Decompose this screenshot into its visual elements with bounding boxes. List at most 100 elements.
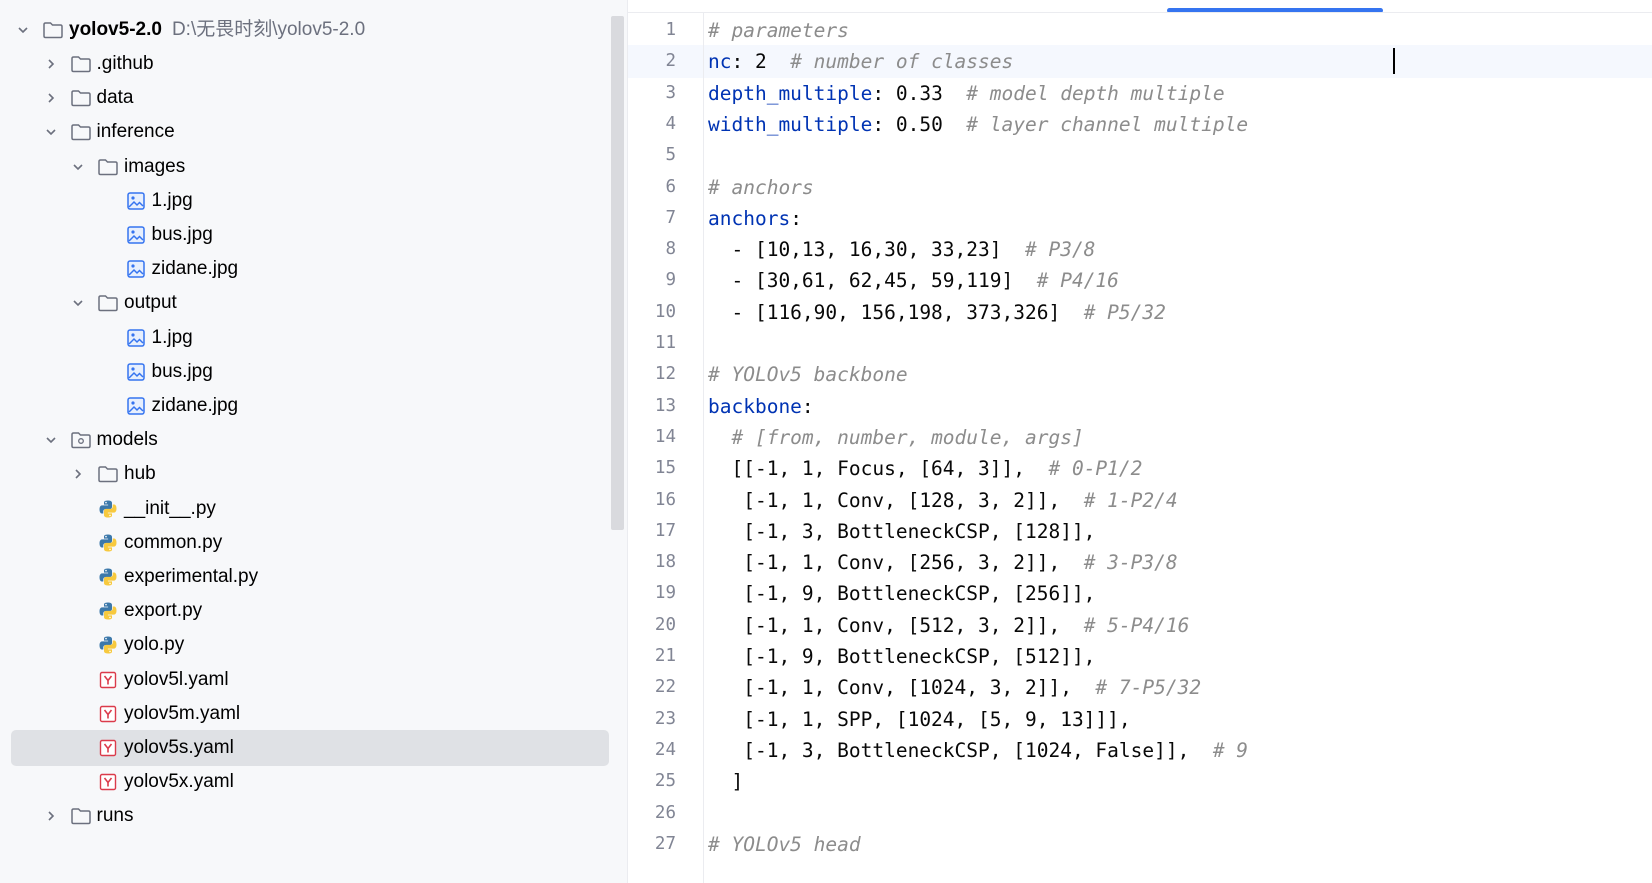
tree-file-row[interactable]: yolov5x.yaml: [0, 764, 600, 800]
code-text: [-1, 1, Conv, [512, 3, 2]], # 5-P4/16: [708, 609, 1189, 642]
code-line[interactable]: 19 [-1, 9, BottleneckCSP, [256]],: [628, 577, 1652, 610]
folder-icon: [70, 805, 92, 827]
tree-file-row[interactable]: zidane.jpg: [0, 388, 600, 424]
tree-folder-row[interactable]: hub: [0, 456, 600, 492]
tree-folder-row[interactable]: output: [0, 285, 600, 321]
comment-token: # P3/8: [1024, 238, 1096, 262]
tree-file-row[interactable]: yolo.py: [0, 627, 600, 663]
tree-file-row[interactable]: common.py: [0, 525, 600, 561]
code-line[interactable]: 17 [-1, 3, BottleneckCSP, [128]],: [628, 515, 1652, 548]
chevron-down-icon[interactable]: [69, 294, 87, 312]
tree-file-row[interactable]: yolov5l.yaml: [0, 662, 600, 698]
tree-item-label: __init__.py: [124, 497, 216, 519]
code-line[interactable]: 22 [-1, 1, Conv, [1024, 3, 2]], # 7-P5/3…: [628, 671, 1652, 704]
code-line[interactable]: 9 - [30,61, 62,45, 59,119] # P4/16: [628, 264, 1652, 297]
line-number: 17: [654, 520, 676, 541]
tree-item-label: runs: [96, 805, 134, 827]
yaml-file-icon: [97, 703, 119, 725]
tree-scrollbar[interactable]: [611, 16, 624, 530]
code-text: ]: [708, 765, 743, 798]
code-text: [-1, 9, BottleneckCSP, [256]],: [708, 577, 1095, 610]
code-line[interactable]: 13 backbone:: [628, 390, 1652, 423]
text-token: [-1, 9, BottleneckCSP, [512]],: [708, 645, 1096, 668]
tree-folder-row[interactable]: .github: [0, 46, 600, 82]
line-number: 2: [665, 51, 676, 72]
tree-file-row[interactable]: zidane.jpg: [0, 251, 600, 287]
code-line[interactable]: 5: [628, 139, 1652, 172]
tree-file-row[interactable]: 1.jpg: [0, 183, 600, 219]
line-number: 18: [654, 552, 676, 573]
tree-item-label: yolov5x.yaml: [124, 771, 234, 793]
code-line[interactable]: 3 depth_multiple: 0.33 # model depth mult…: [628, 77, 1652, 110]
tree-file-row[interactable]: yolov5s.yaml: [0, 730, 609, 766]
line-number: 20: [654, 614, 676, 635]
tree-file-row[interactable]: __init__.py: [0, 491, 600, 527]
code-text: [-1, 3, BottleneckCSP, [1024, False]], #…: [708, 734, 1248, 767]
tree-folder-row[interactable]: inference: [0, 114, 600, 150]
chevron-down-icon[interactable]: [42, 123, 60, 141]
chevron-down-icon[interactable]: [14, 21, 32, 39]
image-file-icon: [125, 361, 147, 383]
line-number: 24: [654, 739, 676, 760]
code-line[interactable]: 8 - [10,13, 16,30, 33,23] # P3/8: [628, 233, 1652, 266]
code-line[interactable]: 10 - [116,90, 156,198, 373,326] # P5/32: [628, 296, 1652, 329]
code-line[interactable]: 20 [-1, 1, Conv, [512, 3, 2]], # 5-P4/16: [628, 609, 1652, 642]
code-line[interactable]: 15 [[-1, 1, Focus, [64, 3]], # 0-P1/2: [628, 452, 1652, 485]
code-line[interactable]: 25 ]: [628, 765, 1652, 798]
line-number: 6: [665, 176, 676, 197]
python-file-icon: [97, 532, 119, 554]
folder-icon: [97, 463, 119, 485]
code-line[interactable]: 2 nc: 2 # number of classes: [628, 45, 1652, 79]
code-line[interactable]: 16 [-1, 1, Conv, [128, 3, 2]], # 1-P2/4: [628, 484, 1652, 517]
tree-file-row[interactable]: yolov5m.yaml: [0, 696, 600, 732]
tree-file-row[interactable]: export.py: [0, 593, 600, 629]
line-number: 10: [654, 301, 676, 322]
chevron-right-icon[interactable]: [42, 55, 60, 73]
text-token: :: [801, 394, 814, 418]
code-line[interactable]: 7 anchors:: [628, 202, 1652, 235]
chevron-right-icon[interactable]: [42, 807, 60, 825]
yaml-key-token: nc: [708, 50, 732, 74]
tree-item-label: bus.jpg: [151, 224, 213, 245]
tree-file-row[interactable]: bus.jpg: [0, 354, 600, 390]
code-line[interactable]: 18 [-1, 1, Conv, [256, 3, 2]], # 3-P3/8: [628, 546, 1652, 579]
code-line[interactable]: 4 width_multiple: 0.50 # layer channel mu…: [628, 108, 1652, 141]
code-text: # anchors: [708, 171, 814, 204]
code-editor[interactable]: 1 # parameters 2 nc: 2 # number of classes 3…: [628, 0, 1652, 883]
tree-root[interactable]: yolov5-2.0 D:\无畏时刻\yolov5-2.0: [0, 12, 600, 48]
text-token: [[-1, 1, Focus, [64, 3]],: [708, 457, 1049, 481]
code-line[interactable]: 26: [628, 797, 1652, 830]
chevron-right-icon[interactable]: [69, 465, 87, 483]
tree-file-row[interactable]: 1.jpg: [0, 320, 600, 356]
chevron-down-icon[interactable]: [69, 158, 87, 176]
line-number: 1: [665, 20, 676, 40]
code-text: [-1, 3, BottleneckCSP, [128]],: [708, 515, 1095, 548]
code-line[interactable]: 14 # [from, number, module, args]: [628, 421, 1652, 454]
code-line[interactable]: 27 # YOLOv5 head: [628, 828, 1652, 861]
chevron-down-icon[interactable]: [42, 431, 60, 449]
tree-item-label: zidane.jpg: [151, 395, 239, 416]
code-line[interactable]: 24 [-1, 3, BottleneckCSP, [1024, False]]…: [628, 734, 1652, 767]
code-text: [[-1, 1, Focus, [64, 3]], # 0-P1/2: [708, 452, 1142, 485]
tree-folder-row[interactable]: data: [0, 80, 600, 116]
tree-folder-row[interactable]: images: [0, 149, 600, 185]
code-line[interactable]: 21 [-1, 9, BottleneckCSP, [512]],: [628, 640, 1652, 673]
tree-file-row[interactable]: bus.jpg: [0, 217, 600, 253]
code-line[interactable]: 23 [-1, 1, SPP, [1024, [5, 9, 13]]],: [628, 703, 1652, 736]
code-line[interactable]: 1 # parameters: [628, 14, 1652, 47]
code-line[interactable]: 11: [628, 327, 1652, 360]
tree-folder-row[interactable]: models: [0, 422, 600, 458]
tree-file-row[interactable]: experimental.py: [0, 559, 600, 595]
code-line[interactable]: 6 # anchors: [628, 171, 1652, 204]
chevron-right-icon[interactable]: [42, 89, 60, 107]
line-number: 12: [654, 364, 676, 385]
code-line[interactable]: 12 # YOLOv5 backbone: [628, 358, 1652, 391]
image-file-icon: [125, 224, 147, 246]
tree-folder-row[interactable]: runs: [0, 798, 600, 834]
comment-token: # 7-P5/32: [1095, 676, 1202, 700]
text-token: [-1, 9, BottleneckCSP, [256]],: [708, 582, 1096, 606]
